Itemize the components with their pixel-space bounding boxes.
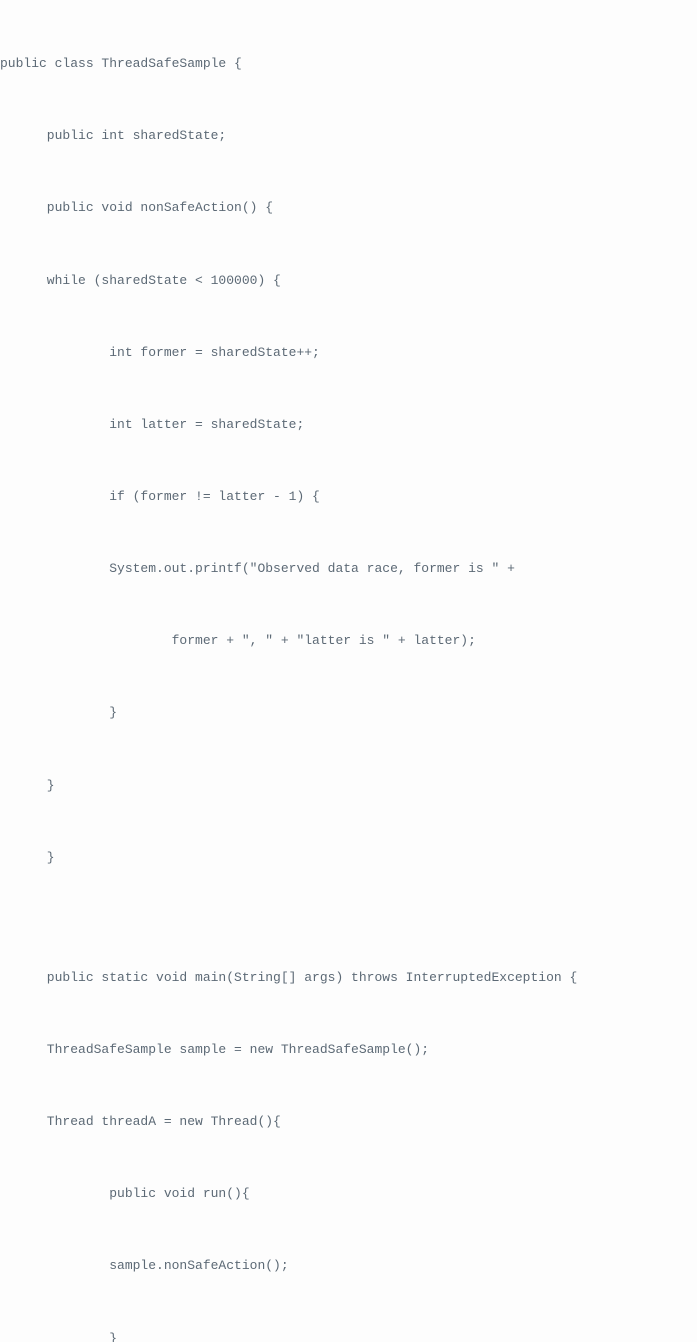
- code-line: }: [0, 846, 697, 870]
- code-line: ThreadSafeSample sample = new ThreadSafe…: [0, 1038, 697, 1062]
- code-line: while (sharedState < 100000) {: [0, 269, 697, 293]
- code-line: }: [0, 701, 697, 725]
- code-line: if (former != latter - 1) {: [0, 485, 697, 509]
- code-line: int latter = sharedState;: [0, 413, 697, 437]
- code-line: System.out.printf("Observed data race, f…: [0, 557, 697, 581]
- code-line: former + ", " + "latter is " + latter);: [0, 629, 697, 653]
- code-line: }: [0, 1327, 697, 1342]
- code-line: public static void main(String[] args) t…: [0, 966, 697, 990]
- code-line: public void nonSafeAction() {: [0, 196, 697, 220]
- code-line: public class ThreadSafeSample {: [0, 52, 697, 76]
- code-line: Thread threadA = new Thread(){: [0, 1110, 697, 1134]
- code-line: public void run(){: [0, 1182, 697, 1206]
- code-block: public class ThreadSafeSample { public i…: [0, 0, 697, 1342]
- code-line: int former = sharedState++;: [0, 341, 697, 365]
- code-line: sample.nonSafeAction();: [0, 1254, 697, 1278]
- code-line: public int sharedState;: [0, 124, 697, 148]
- code-line: }: [0, 774, 697, 798]
